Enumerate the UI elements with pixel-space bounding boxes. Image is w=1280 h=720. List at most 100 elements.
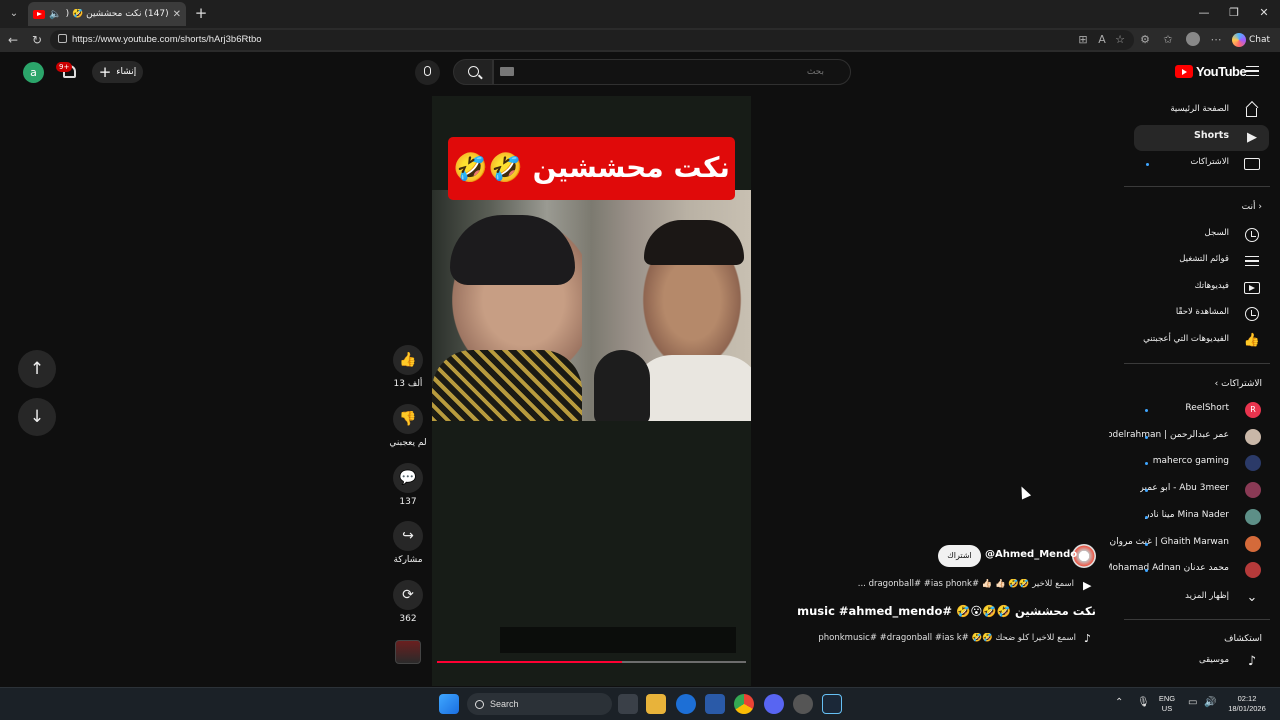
microphone-tray-icon[interactable]: 🎙 xyxy=(1137,697,1150,708)
create-button[interactable]: إنشاء + xyxy=(92,61,143,83)
browser-profile-avatar[interactable] xyxy=(1186,32,1200,46)
sidebar-item-subscriptions[interactable]: الاشتراكات xyxy=(1134,151,1269,177)
discord-icon[interactable] xyxy=(764,694,784,714)
taskbar-search-icon xyxy=(475,699,484,709)
share-button[interactable]: ↪ xyxy=(393,521,423,551)
subscriptions-section-heading[interactable]: ‹ الاشتراكات xyxy=(1190,379,1262,389)
edge-icon[interactable] xyxy=(676,694,696,714)
watch-later-icon xyxy=(1243,305,1261,323)
browser-tab-bar xyxy=(0,0,1280,28)
subscription-label: محمد عدنان Mohamad Adnan xyxy=(1109,563,1229,573)
sidebar-item-your-videos[interactable]: فيديوهاتك xyxy=(1134,275,1269,301)
back-icon[interactable]: ← xyxy=(5,32,21,48)
subscription-item[interactable]: Mina Nader مينا نادر xyxy=(1134,505,1269,531)
keyboard-icon[interactable] xyxy=(500,67,514,76)
channel-avatar xyxy=(1245,536,1261,552)
description-line[interactable]: اسمع للاخير 🤣🤣 👍🏻 👍🏻 #dragonball# #ias p… xyxy=(820,579,1074,589)
dislike-button[interactable]: 👎 xyxy=(393,404,423,434)
channel-name[interactable]: @Ahmed_Mendo xyxy=(985,549,1077,560)
remix-button[interactable]: ⟳ xyxy=(393,580,423,610)
extensions-icon[interactable]: ⚙ xyxy=(1138,33,1152,46)
video-title[interactable]: نكت محششين 🤣🤣😮🤣 #music #ahmed_mendo ... xyxy=(796,604,1096,618)
voice-search-button[interactable] xyxy=(415,60,440,85)
play-icon[interactable]: ▶ xyxy=(1083,579,1091,592)
network-icon[interactable]: ▭ xyxy=(1188,697,1197,708)
new-tab-button[interactable]: + xyxy=(193,5,209,21)
taskbar-search[interactable]: Search xyxy=(467,693,612,715)
task-view-icon[interactable] xyxy=(618,694,638,714)
close-window-icon[interactable]: ✕ xyxy=(1254,6,1274,19)
comments-button[interactable]: 💬 xyxy=(393,463,423,493)
subscription-item[interactable]: Abu 3meer - ابو عمير xyxy=(1134,478,1269,504)
favorites-icon[interactable]: ✩ xyxy=(1161,33,1175,46)
tray-chevron-icon[interactable]: ⌃ xyxy=(1115,697,1123,708)
chevron-right-icon: › xyxy=(1258,202,1262,212)
sidebar-item-watch-later[interactable]: المشاهدة لاحقًا xyxy=(1134,301,1269,327)
youtube-favicon-icon xyxy=(33,9,45,19)
sidebar-item-home[interactable]: الصفحة الرئيسية xyxy=(1134,98,1269,124)
sidebar-item-playlists[interactable]: قوائم التشغيل xyxy=(1134,248,1269,274)
language-line-1: ENG xyxy=(1158,694,1176,703)
language-indicator[interactable]: ENG US xyxy=(1155,694,1179,714)
subscription-item[interactable]: maherco gaming xyxy=(1134,451,1269,477)
dislike-label: لم يعجبني xyxy=(389,438,427,448)
reload-icon[interactable]: ↻ xyxy=(29,32,45,48)
music-line[interactable]: اسمع للاخيرا كلو ضحك 🤣🤣 #phonkmusic# #dr… xyxy=(796,633,1076,643)
subscription-item[interactable]: محمد عدنان Mohamad Adnan xyxy=(1109,558,1269,584)
sidebar-item-liked[interactable]: 👍 الفيديوهات التي أعجبتني xyxy=(1134,328,1269,354)
browser-tab[interactable]: 🔈 (147) نكت محششين 🤣 ( 🤣😮🤣 ✕ xyxy=(28,2,186,26)
sidebar-item-label: فيديوهاتك xyxy=(1194,281,1229,291)
site-info-icon[interactable] xyxy=(58,34,67,43)
more-options-icon[interactable]: ⋯ xyxy=(1209,33,1223,46)
next-short-button[interactable]: ↓ xyxy=(18,398,56,436)
app-icon[interactable] xyxy=(793,694,813,714)
show-more-button[interactable]: ⌄ إظهار المزيد xyxy=(1134,585,1269,611)
file-explorer-icon[interactable] xyxy=(646,694,666,714)
volume-icon[interactable]: 🔊 xyxy=(1204,697,1216,708)
date-text: 18/01/2026 xyxy=(1228,704,1266,713)
start-icon[interactable] xyxy=(439,694,459,714)
create-label: إنشاء xyxy=(116,67,137,77)
subscription-label: Ghaith Marwan | غيث مروان xyxy=(1109,537,1229,547)
search-input[interactable] xyxy=(493,59,851,85)
steam-icon[interactable] xyxy=(822,694,842,714)
restore-icon[interactable]: ❐ xyxy=(1224,6,1244,19)
notification-badge: 9+ xyxy=(56,62,73,72)
taskbar-search-label: Search xyxy=(490,699,519,709)
account-avatar[interactable]: a xyxy=(23,62,44,83)
like-button[interactable]: 👍 xyxy=(393,345,423,375)
share-label: مشاركة xyxy=(393,555,423,565)
tab-list-chevron-icon[interactable]: ⌄ xyxy=(6,6,22,22)
sidebar-item-history[interactable]: السجل xyxy=(1134,222,1269,248)
music-note-icon: ♪ xyxy=(1084,632,1092,645)
copilot-chat-button[interactable]: Chat xyxy=(1232,31,1274,49)
sidebar-item-shorts[interactable]: ▶ Shorts xyxy=(1134,125,1269,151)
sidebar-item-label: موسيقى xyxy=(1198,655,1229,665)
new-content-dot xyxy=(1146,163,1149,166)
sound-thumbnail[interactable] xyxy=(395,640,421,664)
menu-icon[interactable] xyxy=(1246,66,1259,76)
favorite-star-icon[interactable]: ☆ xyxy=(1113,33,1127,46)
you-section-heading[interactable]: أنت › xyxy=(1200,202,1262,212)
translate-icon[interactable]: A xyxy=(1095,33,1109,46)
subscription-item[interactable]: عمر عبدالرحمن | Omar Abdelrahman xyxy=(1109,425,1269,451)
speaker-icon[interactable]: 🔈 xyxy=(49,9,61,20)
close-tab-icon[interactable]: ✕ xyxy=(173,9,181,20)
app-available-icon[interactable]: ⊞ xyxy=(1076,33,1090,46)
subscriptions-heading-label: الاشتراكات xyxy=(1221,379,1262,389)
url-text[interactable]: https://www.youtube.com/shorts/hArj3b6Rt… xyxy=(72,34,262,45)
chrome-icon[interactable] xyxy=(734,694,754,714)
clock[interactable]: 02:12 18/01/2026 xyxy=(1224,694,1270,714)
subscription-item[interactable]: Ghaith Marwan | غيث مروان xyxy=(1110,532,1269,558)
youtube-logo[interactable]: YouTube xyxy=(1175,64,1247,79)
store-icon[interactable] xyxy=(705,694,725,714)
sidebar-item-label: الفيديوهات التي أعجبتني xyxy=(1143,334,1229,344)
sidebar-item-music[interactable]: ♪ موسيقى xyxy=(1134,649,1269,675)
minimize-icon[interactable]: — xyxy=(1194,6,1214,19)
previous-short-button[interactable]: ↑ xyxy=(18,350,56,388)
sidebar-item-label: قوائم التشغيل xyxy=(1179,254,1229,264)
caption-box xyxy=(500,627,736,653)
subscription-item[interactable]: R ReelShort xyxy=(1134,398,1269,424)
subscribe-button[interactable]: اشتراك xyxy=(938,545,981,567)
search-button[interactable] xyxy=(453,59,493,85)
